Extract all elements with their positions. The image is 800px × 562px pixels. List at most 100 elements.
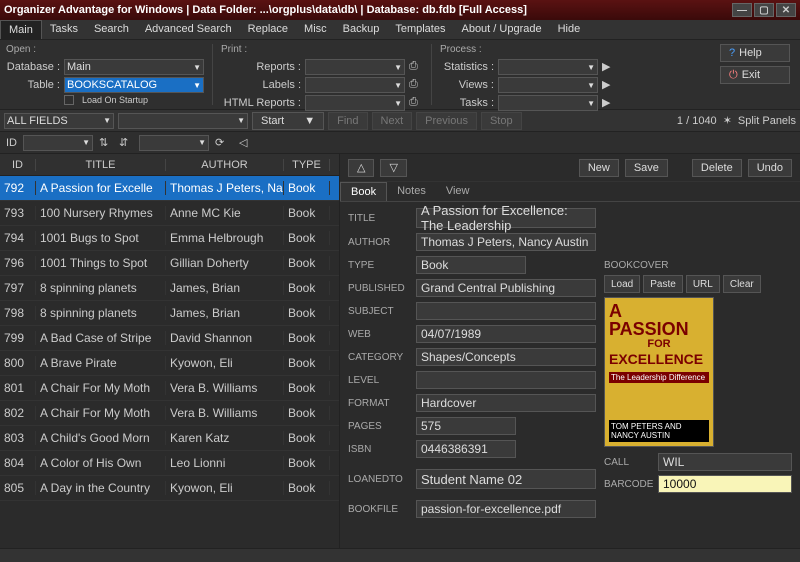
startup-label: Load On Startup <box>82 95 148 105</box>
table-row[interactable]: 803A Child's Good MornKaren KatzBook <box>0 426 339 451</box>
move-up-button[interactable]: △ <box>348 159 374 177</box>
type-input[interactable]: Book <box>416 256 526 274</box>
table-row[interactable]: 793100 Nursery RhymesAnne MC KieBook <box>0 201 339 226</box>
minimize-button[interactable]: — <box>732 3 752 17</box>
author-input[interactable]: Thomas J Peters, Nancy Austin <box>416 233 596 251</box>
delete-button[interactable]: Delete <box>692 159 742 177</box>
menu-hide[interactable]: Hide <box>550 20 589 39</box>
level-input[interactable] <box>416 371 596 389</box>
search-value[interactable]: ▼ <box>118 113 248 129</box>
id-field-1[interactable]: ▼ <box>23 135 93 151</box>
loanedto-input[interactable]: Student Name 02 <box>416 469 596 489</box>
cover-clear-button[interactable]: Clear <box>723 275 761 293</box>
barcode-input[interactable]: 10000 <box>658 475 792 493</box>
labels-label: Labels : <box>221 79 301 91</box>
table-row[interactable]: 799A Bad Case of StripeDavid ShannonBook <box>0 326 339 351</box>
startup-checkbox[interactable] <box>64 95 74 105</box>
run-icon[interactable]: ▶ <box>602 78 616 92</box>
id-field-2[interactable]: ▼ <box>139 135 209 151</box>
exit-button[interactable]: ⏻Exit <box>720 66 790 84</box>
help-button[interactable]: ?Help <box>720 44 790 62</box>
cover-paste-button[interactable]: Paste <box>643 275 683 293</box>
collapse-icon[interactable]: ◁ <box>239 136 253 150</box>
col-author[interactable]: AUTHOR <box>166 159 284 171</box>
table-row[interactable]: 804A Color of His OwnLeo LionniBook <box>0 451 339 476</box>
book-cover-image: A PASSION FOR EXCELLENCE The Leadership … <box>604 297 714 447</box>
menu-templates[interactable]: Templates <box>387 20 453 39</box>
table-panel: ID TITLE AUTHOR TYPE 792A Passion for Ex… <box>0 154 340 548</box>
pages-input[interactable]: 575 <box>416 417 516 435</box>
html-dropdown[interactable]: ▼ <box>305 95 405 111</box>
sort-asc-icon[interactable]: ⇅ <box>99 136 113 150</box>
tasks-dropdown[interactable]: ▼ <box>498 95 598 111</box>
refresh-icon[interactable]: ⟳ <box>215 136 229 150</box>
menu-tasks[interactable]: Tasks <box>42 20 86 39</box>
pages-label: PAGES <box>348 421 412 432</box>
title-input[interactable]: A Passion for Excellence: The Leadership <box>416 208 596 228</box>
menu-search[interactable]: Search <box>86 20 137 39</box>
cover-url-button[interactable]: URL <box>686 275 720 293</box>
tab-book[interactable]: Book <box>340 182 387 201</box>
new-button[interactable]: New <box>579 159 619 177</box>
subject-input[interactable] <box>416 302 596 320</box>
table-row[interactable]: 7988 spinning planetsJames, BrianBook <box>0 301 339 326</box>
menu-main[interactable]: Main <box>0 20 42 39</box>
database-dropdown[interactable]: Main▼ <box>64 59 204 75</box>
sort-desc-icon[interactable]: ⇵ <box>119 136 133 150</box>
menu-misc[interactable]: Misc <box>296 20 335 39</box>
table-row[interactable]: 792A Passion for ExcelleThomas J Peters,… <box>0 176 339 201</box>
run-icon[interactable]: ▶ <box>602 96 616 110</box>
views-dropdown[interactable]: ▼ <box>498 77 598 93</box>
menu-about-upgrade[interactable]: About / Upgrade <box>453 20 549 39</box>
bookfile-input[interactable]: passion-for-excellence.pdf <box>416 500 596 518</box>
table-row[interactable]: 7941001 Bugs to SpotEmma HelbroughBook <box>0 226 339 251</box>
maximize-button[interactable]: ▢ <box>754 3 774 17</box>
print-icon[interactable]: ⎙ <box>409 78 423 92</box>
table-row[interactable]: 7978 spinning planetsJames, BrianBook <box>0 276 339 301</box>
detail-tabs: BookNotesView <box>340 182 800 202</box>
print-icon[interactable]: ⎙ <box>409 60 423 74</box>
move-down-button[interactable]: ▽ <box>380 159 406 177</box>
table-row[interactable]: 801A Chair For My MothVera B. WilliamsBo… <box>0 376 339 401</box>
reports-dropdown[interactable]: ▼ <box>305 59 405 75</box>
save-button[interactable]: Save <box>625 159 668 177</box>
category-input[interactable]: Shapes/Concepts <box>416 348 596 366</box>
previous-button[interactable]: Previous <box>416 112 477 130</box>
published-input[interactable]: Grand Central Publishing <box>416 279 596 297</box>
tab-notes[interactable]: Notes <box>387 182 436 201</box>
menu-advanced-search[interactable]: Advanced Search <box>137 20 240 39</box>
table-row[interactable]: 7961001 Things to SpotGillian DohertyBoo… <box>0 251 339 276</box>
col-title[interactable]: TITLE <box>36 159 166 171</box>
next-button[interactable]: Next <box>372 112 413 130</box>
split-panels-label[interactable]: Split Panels <box>738 115 796 127</box>
stop-button[interactable]: Stop <box>481 112 522 130</box>
labels-dropdown[interactable]: ▼ <box>305 77 405 93</box>
format-input[interactable]: Hardcover <box>416 394 596 412</box>
print-icon[interactable]: ⎙ <box>409 96 423 110</box>
menu-replace[interactable]: Replace <box>240 20 296 39</box>
col-id[interactable]: ID <box>0 159 36 171</box>
call-input[interactable]: WIL <box>658 453 792 471</box>
ribbon-group-print: Print : Reports :▼⎙ Labels :▼⎙ HTML Repo… <box>221 44 432 105</box>
table-dropdown[interactable]: BOOKSCATALOG▼ <box>64 77 204 93</box>
run-icon[interactable]: ▶ <box>602 60 616 74</box>
stats-dropdown[interactable]: ▼ <box>498 59 598 75</box>
isbn-input[interactable]: 0446386391 <box>416 440 516 458</box>
start-button[interactable]: Start▼ <box>252 112 324 130</box>
field-dropdown[interactable]: ALL FIELDS▼ <box>4 113 114 129</box>
web-input[interactable]: 04/07/1989 <box>416 325 596 343</box>
table-row[interactable]: 805A Day in the CountryKyowon, EliBook <box>0 476 339 501</box>
split-icon[interactable]: ✶ <box>723 114 732 127</box>
menu-backup[interactable]: Backup <box>335 20 388 39</box>
close-button[interactable]: ✕ <box>776 3 796 17</box>
isbn-label: ISBN <box>348 444 412 455</box>
table-row[interactable]: 800A Brave PirateKyowon, EliBook <box>0 351 339 376</box>
col-type[interactable]: TYPE <box>284 159 330 171</box>
tab-view[interactable]: View <box>436 182 480 201</box>
action-row: △ ▽ New Save Delete Undo <box>340 154 800 182</box>
cover-load-button[interactable]: Load <box>604 275 640 293</box>
undo-button[interactable]: Undo <box>748 159 792 177</box>
table-row[interactable]: 802A Chair For My MothVera B. WilliamsBo… <box>0 401 339 426</box>
title-label: TITLE <box>348 213 412 224</box>
find-button[interactable]: Find <box>328 112 367 130</box>
